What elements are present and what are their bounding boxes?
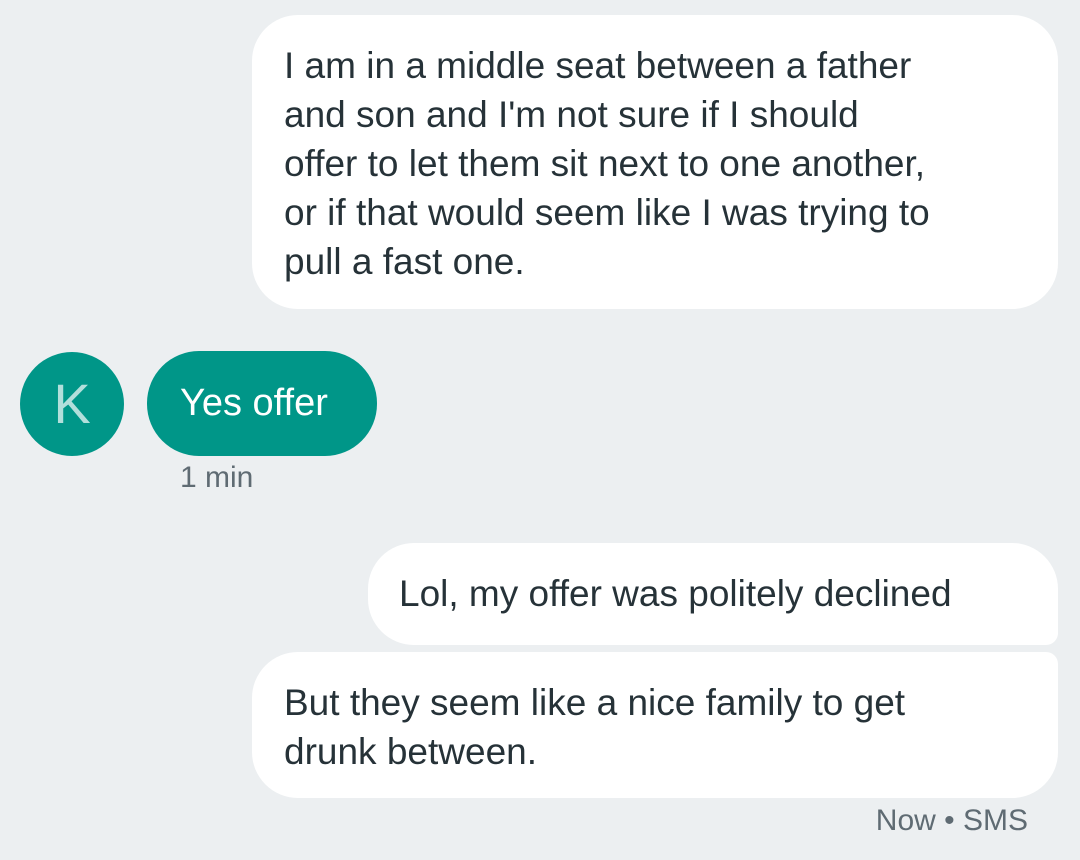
outgoing-message-bubble[interactable]: Lol, my offer was politely declined [368,543,1058,645]
contact-avatar[interactable]: K [20,352,124,456]
incoming-message-bubble[interactable]: Yes offer [147,351,377,456]
outgoing-message-bubble[interactable]: I am in a middle seat between a father a… [252,15,1058,309]
outgoing-message-bubble[interactable]: But they seem like a nice family to get … [252,652,1058,798]
message-status: Now • SMS [875,804,1028,837]
message-timestamp: 1 min [180,461,254,494]
